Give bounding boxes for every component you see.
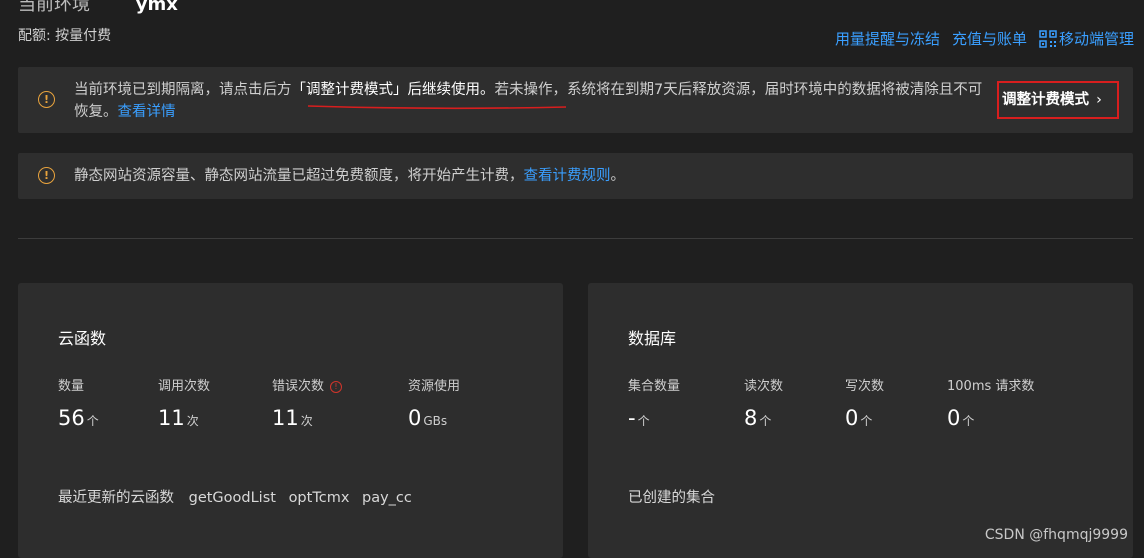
adjust-billing-mode-button[interactable]: 调整计费模式 › xyxy=(997,81,1119,119)
stat-label: 集合数量 xyxy=(628,379,681,394)
stat-label: 错误次数 xyxy=(272,379,325,394)
stat-value: 11 次 xyxy=(158,406,199,430)
recent-functions: 最近更新的云函数 getGoodList optTcmx pay_cc xyxy=(58,486,412,507)
stat-label: 写次数 xyxy=(845,379,885,394)
stat-number: 56 xyxy=(58,406,85,430)
stat-number: 11 xyxy=(158,406,185,430)
view-details-link[interactable]: 查看详情 xyxy=(118,104,176,120)
stat-label-with-icon: 错误次数! xyxy=(272,375,343,394)
environment-label: 当前环境 xyxy=(18,0,90,15)
recent-functions-label: 最近更新的云函数 xyxy=(58,490,174,506)
alert-text-before: 当前环境已到期隔离，请点击后方 xyxy=(74,82,292,98)
stat-value: 0 GBs xyxy=(408,406,447,430)
watermark-text: CSDN @fhqmqj9999 xyxy=(984,527,1128,543)
billing-alert: ! 静态网站资源容量、静态网站流量已超过免费额度，将开始产生计费，查看计费规则。 xyxy=(18,153,1133,199)
stat-label: 数量 xyxy=(58,379,85,394)
stat-label: 读次数 xyxy=(744,379,784,394)
stat-unit: 个 xyxy=(962,414,975,428)
created-collections: 已创建的集合 xyxy=(628,486,715,507)
top-links: 用量提醒与冻结 充值与账单 移动端管理 xyxy=(835,28,1134,49)
recent-function-item[interactable]: pay_cc xyxy=(362,490,412,506)
stat-unit: 次 xyxy=(300,414,313,428)
environment-header: 当前环境 ymx xyxy=(18,0,178,16)
qr-code-icon xyxy=(1039,29,1057,48)
error-info-icon[interactable]: ! xyxy=(330,380,343,393)
card-title: 云函数 xyxy=(58,329,107,348)
billing-alert-text: 静态网站资源容量、静态网站流量已超过免费额度，将开始产生计费，查看计费规则。 xyxy=(74,165,625,187)
red-underline-annotation xyxy=(307,105,567,110)
cloud-functions-card: 云函数 数量 调用次数 错误次数! 资源使用 56 个 11 次 11 次 0 GBs … xyxy=(18,283,563,558)
stat-label: 调用次数 xyxy=(158,379,211,394)
mobile-management-link[interactable]: 移动端管理 xyxy=(1039,28,1134,49)
stat-unit: GBs xyxy=(423,414,448,428)
stat-value: 8个 xyxy=(744,406,771,430)
expired-alert: ! 当前环境已到期隔离，请点击后方「调整计费模式」后继续使用。若未操作，系统将在… xyxy=(18,67,1133,133)
usage-alert-link[interactable]: 用量提醒与冻结 xyxy=(835,28,940,49)
stat-value: -个 xyxy=(628,406,650,430)
stat-label: 资源使用 xyxy=(408,379,461,394)
stat-value: 56 个 xyxy=(58,406,99,430)
database-card: 数据库 集合数量 读次数 写次数 100ms 请求数 -个 8个 0个 0个 已… xyxy=(588,283,1133,558)
warning-icon: ! xyxy=(38,91,55,108)
mobile-management-label: 移动端管理 xyxy=(1058,30,1134,48)
alert-text-highlight: 「调整计费模式」后继续使用。 xyxy=(291,82,495,98)
stat-unit: 次 xyxy=(186,414,199,428)
environment-name: ymx xyxy=(135,0,178,15)
stat-number: 0 xyxy=(947,406,961,430)
adjust-billing-mode-label: 调整计费模式 xyxy=(1002,92,1089,108)
warning-icon: ! xyxy=(38,167,55,184)
recharge-bill-link[interactable]: 充值与账单 xyxy=(952,28,1027,49)
stat-unit: 个 xyxy=(86,414,99,428)
stat-value: 11 次 xyxy=(272,406,313,430)
billing-rules-link[interactable]: 查看计费规则 xyxy=(524,168,611,184)
created-collections-label: 已创建的集合 xyxy=(628,490,715,506)
stat-unit: 个 xyxy=(759,414,772,428)
stat-unit: 个 xyxy=(637,414,650,428)
recent-function-item[interactable]: optTcmx xyxy=(289,490,350,506)
stat-value: 0个 xyxy=(845,406,872,430)
stat-number: - xyxy=(628,406,636,430)
stat-number: 8 xyxy=(744,406,758,430)
stat-label: 100ms 请求数 xyxy=(947,379,1035,394)
stat-number: 0 xyxy=(845,406,859,430)
stat-unit: 个 xyxy=(860,414,873,428)
quota-text: 配额: 按量付费 xyxy=(18,28,112,44)
expired-alert-text: 当前环境已到期隔离，请点击后方「调整计费模式」后继续使用。若未操作，系统将在到期… xyxy=(74,79,994,123)
card-title: 数据库 xyxy=(628,329,677,348)
stat-number: 0 xyxy=(408,406,422,430)
section-divider xyxy=(18,238,1133,239)
stat-value: 0个 xyxy=(947,406,974,430)
billing-alert-message: 静态网站资源容量、静态网站流量已超过免费额度，将开始产生计费， xyxy=(74,168,524,184)
billing-alert-suffix: 。 xyxy=(610,168,626,184)
chevron-right-icon: › xyxy=(1096,92,1102,108)
recent-function-item[interactable]: getGoodList xyxy=(189,490,276,506)
stat-number: 11 xyxy=(272,406,299,430)
